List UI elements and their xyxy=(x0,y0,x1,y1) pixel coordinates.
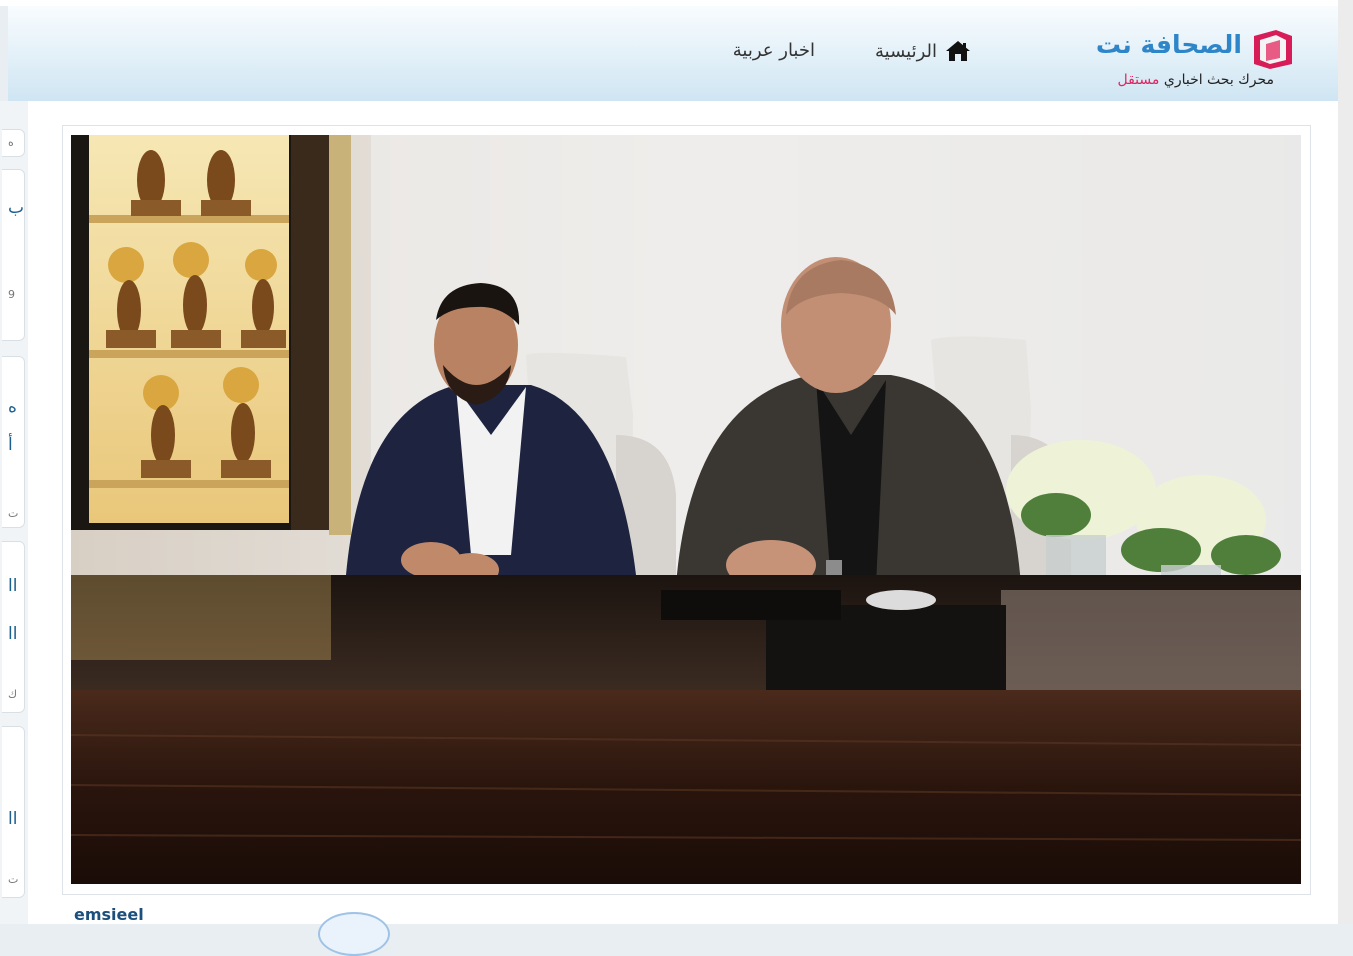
site-logo[interactable]: الصحافة نت محرك بحث اخباري مستقل xyxy=(1094,26,1294,96)
sidebar-fragment: ت xyxy=(8,507,19,520)
brand-tagline: محرك بحث اخباري مستقل xyxy=(1118,72,1275,88)
sidebar-fragment: ت xyxy=(8,873,19,886)
brand-title: الصحافة نت xyxy=(1095,30,1242,59)
scrollbar-track[interactable] xyxy=(1338,0,1353,924)
related-item-text[interactable]: emsieel xyxy=(74,905,144,924)
left-sidebar-strip: ه ب 9 ه أ ت ll ll ك ll ت xyxy=(0,101,28,924)
sidebar-fragment: ه xyxy=(8,397,17,417)
sidebar-card[interactable]: ه xyxy=(2,129,25,157)
sidebar-fragment: ه xyxy=(8,136,14,149)
nav-home-label: الرئيسية xyxy=(875,40,937,62)
sidebar-card[interactable]: ب 9 xyxy=(2,169,25,341)
sidebar-fragment: ll xyxy=(8,809,18,829)
article-photo[interactable] xyxy=(71,135,1301,884)
tagline-text: محرك بحث اخباري xyxy=(1159,72,1274,88)
sidebar-fragment: ll xyxy=(8,576,18,596)
related-item-avatar[interactable] xyxy=(318,912,390,956)
sidebar-card[interactable]: ه أ ت xyxy=(2,356,25,528)
sidebar-fragment: ك xyxy=(8,688,18,701)
sidebar-card[interactable]: ll ت xyxy=(2,726,25,898)
logo-icon xyxy=(1254,30,1292,69)
sidebar-fragment: 9 xyxy=(8,288,15,301)
nav-arab-news-link[interactable]: اخبار عربية xyxy=(733,40,815,61)
sidebar-fragment: ب xyxy=(8,198,25,218)
tagline-accent: مستقل xyxy=(1117,72,1160,88)
home-icon xyxy=(946,41,970,61)
nav-home-link[interactable]: الرئيسية xyxy=(875,40,971,62)
sidebar-fragment: ll xyxy=(8,624,18,644)
sidebar-fragment: أ xyxy=(8,435,13,455)
site-header: الصحافة نت محرك بحث اخباري مستقل الرئيسي… xyxy=(8,6,1338,102)
sidebar-card[interactable]: ll ll ك xyxy=(2,541,25,713)
